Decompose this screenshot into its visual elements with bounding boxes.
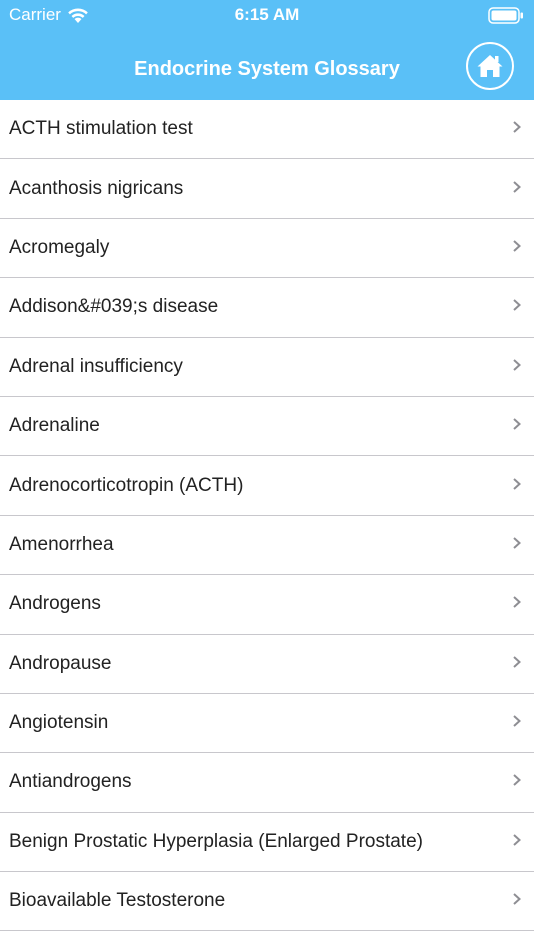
chevron-right-icon — [513, 655, 521, 668]
list-item-label: Acanthosis nigricans — [9, 177, 184, 199]
list-item[interactable]: Benign Prostatic Hyperplasia (Enlarged P… — [0, 813, 534, 873]
chevron-right-icon — [513, 240, 521, 252]
list-item[interactable]: Antiandrogens — [0, 753, 534, 813]
list-item[interactable]: Angiotensin — [0, 694, 534, 754]
battery-icon — [488, 7, 523, 24]
chevron-right-icon — [513, 537, 521, 549]
list-item-label: Addison&#039;s disease — [9, 296, 219, 318]
status-time: 6:15 AM — [234, 5, 300, 24]
list-item-label: Adrenal insufficiency — [9, 355, 183, 377]
list-item[interactable]: ACTH stimulation test — [0, 100, 534, 160]
list-item-label: Antiandrogens — [9, 771, 132, 793]
glossary-list: ACTH stimulation test Acanthosis nigrica… — [0, 100, 534, 950]
chevron-right-icon — [513, 715, 521, 727]
page-title: Endocrine System Glossary — [134, 58, 400, 80]
list-item[interactable]: Andropause — [0, 635, 534, 694]
status-bar: Carrier 6:15 AM — [0, 0, 534, 30]
chevron-right-icon — [513, 180, 521, 193]
list-item-label: Bioavailable Testosterone — [9, 890, 226, 912]
chevron-right-icon — [513, 774, 521, 787]
home-button[interactable] — [466, 42, 514, 90]
list-item[interactable]: Acromegaly — [0, 219, 534, 279]
list-item-label: Amenorrhea — [9, 533, 114, 555]
chevron-right-icon — [513, 121, 521, 133]
list-item[interactable]: Addison&#039;s disease — [0, 278, 534, 338]
list-item-label: Adrenaline — [9, 415, 100, 437]
chevron-right-icon — [513, 834, 521, 846]
list-item[interactable]: Adrenal insufficiency — [0, 338, 534, 397]
list-item-label: Androgens — [9, 593, 101, 615]
list-item[interactable]: Acanthosis nigricans — [0, 159, 534, 219]
list-item[interactable]: Androgens — [0, 575, 534, 635]
chevron-right-icon — [513, 477, 521, 490]
list-item-label: Acromegaly — [9, 236, 110, 258]
home-icon — [477, 55, 503, 77]
list-item[interactable]: Bioavailable Testosterone — [0, 872, 534, 932]
list-item-label: Benign Prostatic Hyperplasia (Enlarged P… — [9, 830, 423, 852]
navigation-bar: Carrier 6:15 AM Endocrine System Glossar… — [0, 0, 534, 100]
list-item[interactable]: Amenorrhea — [0, 516, 534, 576]
list-item[interactable]: Adrenocorticotropin (ACTH) — [0, 456, 534, 516]
list-item-label: ACTH stimulation test — [9, 118, 193, 140]
chevron-right-icon — [513, 299, 521, 312]
chevron-right-icon — [513, 596, 521, 609]
list-item-label: Angiotensin — [9, 712, 109, 734]
chevron-right-icon — [513, 418, 521, 430]
list-item-label: Adrenocorticotropin (ACTH) — [9, 474, 244, 496]
chevron-right-icon — [513, 359, 521, 371]
chevron-right-icon — [513, 893, 521, 906]
list-item-label: Andropause — [9, 652, 112, 674]
list-item[interactable]: Adrenaline — [0, 397, 534, 457]
